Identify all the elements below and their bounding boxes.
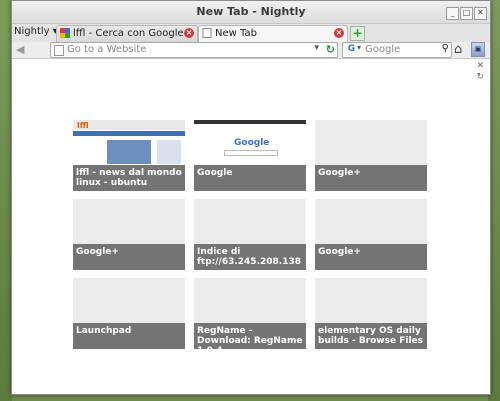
tile-title: lffl - news dal mondo linux - ubuntu	[73, 165, 185, 191]
tab-new-tab[interactable]: New Tab ×	[198, 25, 348, 42]
tab-label: New Tab	[215, 28, 257, 39]
thumbnail-tile[interactable]: Indice di ftp://63.245.208.138	[194, 199, 306, 270]
minimize-button[interactable]: _	[446, 7, 459, 20]
tab-bar: Nightly ▾ lffl - Cerca con Google × New …	[12, 24, 490, 43]
search-engine-dropdown-icon[interactable]: ▾	[357, 43, 361, 52]
tab-label: lffl - Cerca con Google	[73, 28, 184, 39]
thumbnail-tile[interactable]: RegName - Download: RegName 1.0.4	[194, 278, 306, 349]
new-tab-page: ✕ ↻ lffl lffl - news dal mondo linux - u…	[12, 59, 490, 394]
tile-title: Google+	[315, 244, 427, 270]
page-icon	[202, 28, 212, 38]
site-thumbnail: Google	[194, 120, 306, 165]
thumbnail-tile[interactable]: Google+	[315, 199, 427, 270]
back-arrow-icon[interactable]: ◀	[16, 43, 24, 56]
refresh-icon[interactable]: ↻	[476, 72, 484, 82]
tile-title: elementary OS daily builds - Browse File…	[315, 323, 427, 349]
thumbnail-tile[interactable]: Launchpad	[73, 278, 185, 349]
close-tab-icon[interactable]: ×	[184, 28, 194, 38]
title-bar[interactable]: New Tab - Nightly _ □ ✕	[12, 1, 490, 24]
search-bar[interactable]: G ▾ ⚲	[342, 42, 452, 58]
tile-title: Indice di ftp://63.245.208.138	[194, 244, 306, 270]
site-logo: lffl	[77, 121, 89, 130]
new-tab-button[interactable]: +	[350, 26, 365, 41]
site-logo: Google	[234, 138, 270, 148]
close-tab-icon[interactable]: ×	[334, 28, 344, 38]
home-icon[interactable]: ⌂	[454, 42, 462, 57]
url-bar[interactable]: ▾ ↻	[50, 42, 338, 58]
binoculars-icon[interactable]: ⚲	[442, 43, 449, 54]
history-dropdown-icon[interactable]: ▾	[314, 43, 319, 53]
window-title: New Tab - Nightly	[196, 5, 306, 18]
google-icon[interactable]: G	[346, 44, 357, 55]
browser-window: New Tab - Nightly _ □ ✕ Nightly ▾ lffl -…	[11, 0, 491, 395]
thumbnail-tile[interactable]: Google+	[315, 120, 427, 191]
thumbnail-tile[interactable]: Google+	[73, 199, 185, 270]
tile-title: Google	[194, 165, 306, 191]
app-menu-label: Nightly	[14, 26, 50, 37]
site-thumbnail: lffl	[73, 120, 185, 165]
url-input[interactable]	[67, 43, 302, 56]
google-icon	[60, 28, 70, 38]
close-window-button[interactable]: ✕	[474, 7, 487, 20]
close-icon[interactable]: ✕	[476, 61, 484, 71]
thumbnail-tile[interactable]: elementary OS daily builds - Browse File…	[315, 278, 427, 349]
tile-title: Google+	[315, 165, 427, 191]
navigation-toolbar: ◀ ▾ ↻ G ▾ ⚲ ⌂ ▣	[12, 42, 490, 59]
page-icon	[54, 45, 64, 56]
app-menu-button[interactable]: Nightly ▾	[14, 26, 58, 40]
thumbnail-tile[interactable]: lffl lffl - news dal mondo linux - ubunt…	[73, 120, 185, 191]
tile-title: Google+	[73, 244, 185, 270]
tab-lffl-search[interactable]: lffl - Cerca con Google ×	[56, 25, 198, 42]
thumbnail-tile[interactable]: Google Google	[194, 120, 306, 191]
tile-title: Launchpad	[73, 323, 185, 349]
search-input[interactable]	[365, 43, 427, 56]
maximize-button[interactable]: □	[460, 7, 473, 20]
addon-icon[interactable]: ▣	[471, 42, 485, 57]
tile-title: RegName - Download: RegName 1.0.4	[194, 323, 306, 349]
reload-icon[interactable]: ↻	[326, 43, 335, 56]
